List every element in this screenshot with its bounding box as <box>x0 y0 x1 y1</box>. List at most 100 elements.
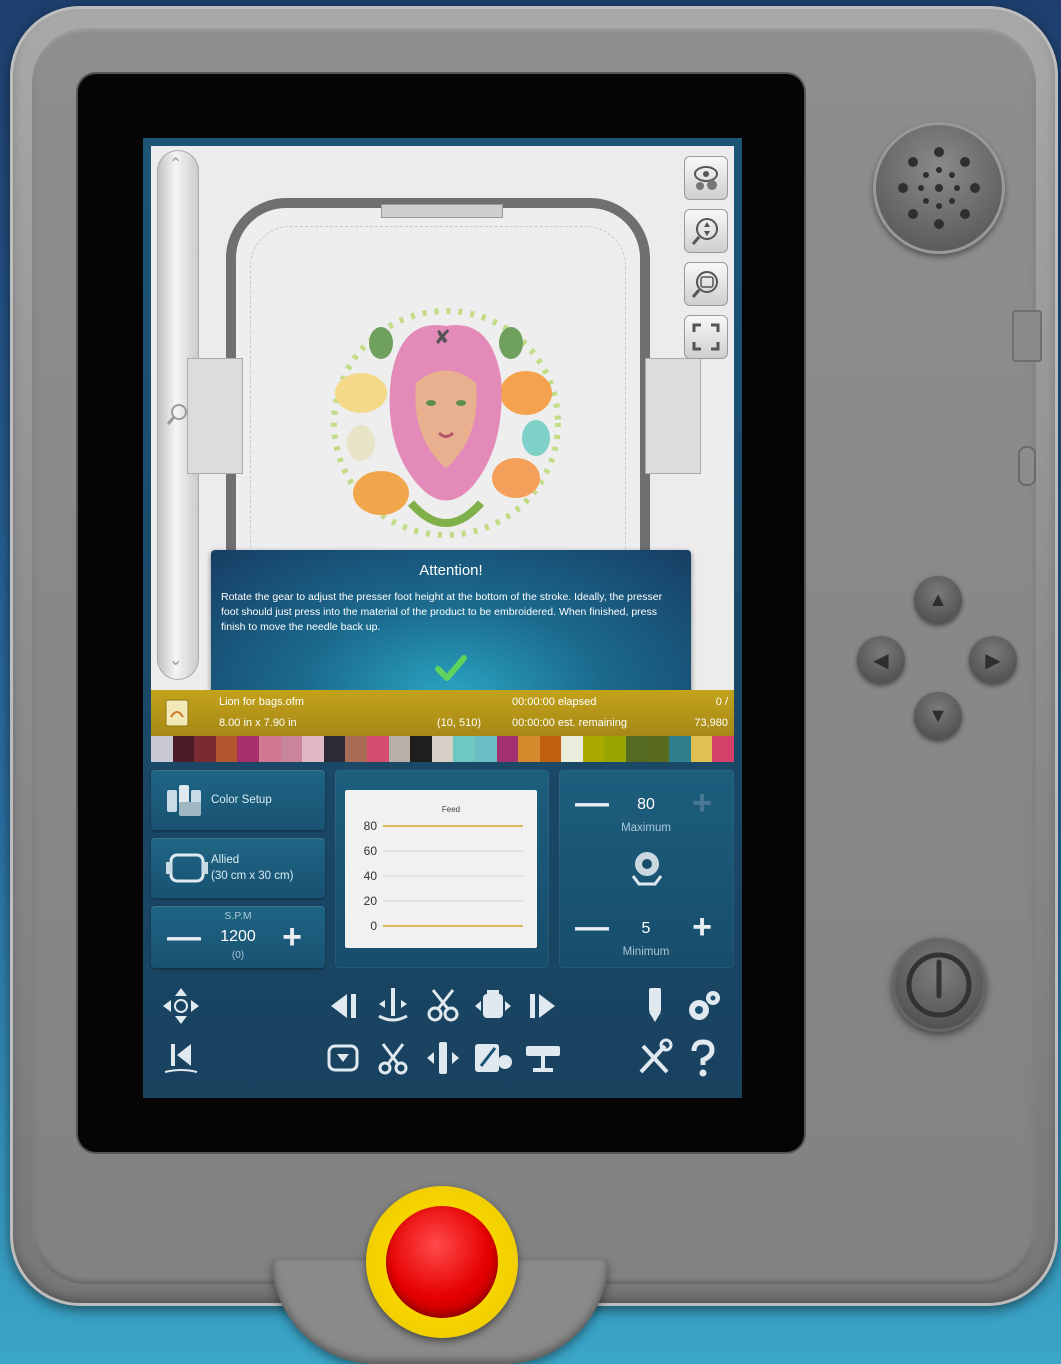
question-mark-icon <box>691 1039 715 1077</box>
thread-color-swatch[interactable] <box>388 736 411 762</box>
zoom-design-button[interactable] <box>684 209 728 253</box>
spm-control: — S.P.M 1200 (0) + <box>151 906 325 968</box>
step-forward-button[interactable] <box>523 986 563 1026</box>
spm-decrease-button[interactable]: — <box>167 920 201 954</box>
maintenance-button[interactable] <box>635 1038 675 1078</box>
hoop-icon <box>166 853 208 883</box>
dpad-up-button[interactable]: ▲ <box>914 576 962 624</box>
dpad-down-button[interactable]: ▼ <box>914 692 962 740</box>
thread-color-swatch[interactable] <box>518 736 540 762</box>
dpad-left-button[interactable]: ◀ <box>857 636 905 684</box>
thread-color-swatch[interactable] <box>582 736 605 762</box>
thread-color-swatch[interactable] <box>474 736 497 762</box>
usb-port <box>1012 310 1042 362</box>
chart-tick-label: 40 <box>364 869 378 883</box>
fullscreen-icon <box>692 323 720 351</box>
thread-color-swatch[interactable] <box>561 736 583 762</box>
thread-color-swatch[interactable] <box>302 736 324 762</box>
thread-color-swatch[interactable] <box>345 736 367 762</box>
view-settings-button[interactable] <box>684 156 728 200</box>
power-button[interactable] <box>892 938 986 1032</box>
time-remaining: 00:00:00 est. remaining <box>512 717 627 729</box>
speaker-holes-icon <box>898 147 980 229</box>
dialog-title: Attention! <box>419 562 483 579</box>
hoop-clip-left <box>187 358 243 474</box>
thread-color-swatch[interactable] <box>431 736 454 762</box>
thread-color-swatch[interactable] <box>151 736 173 762</box>
chart-title: Feed <box>442 805 460 814</box>
hoop-select-button[interactable]: Allied (30 cm x 30 cm) <box>151 838 325 898</box>
min-increase-button[interactable]: + <box>687 910 717 944</box>
spm-increase-button[interactable]: + <box>277 920 307 954</box>
emergency-stop-button[interactable] <box>386 1206 498 1318</box>
thread-color-swatch[interactable] <box>215 736 238 762</box>
thread-color-swatch[interactable] <box>323 736 346 762</box>
hoop-position: (10, 510) <box>437 717 482 729</box>
help-button[interactable] <box>683 1038 723 1078</box>
thread-color-swatch[interactable] <box>194 736 216 762</box>
thread-color-swatch[interactable] <box>237 736 259 762</box>
zoom-hoop-icon <box>691 271 718 298</box>
chart-tick-label: 60 <box>364 844 378 858</box>
time-elapsed: 00:00:00 elapsed <box>512 696 597 708</box>
thread-color-swatch[interactable] <box>280 736 303 762</box>
min-feed-label: Minimum <box>622 946 670 958</box>
hoop-view[interactable]: ⌃ ⌄ ✘ Attention! Rotate the gear to adju… <box>151 146 734 698</box>
design-file-name: Lion for bags.ofm <box>219 696 304 708</box>
zoom-arrows-icon <box>691 218 718 245</box>
thread-color-swatch[interactable] <box>712 736 735 762</box>
stitch-total: 73,980 <box>694 717 728 729</box>
return-to-start-button[interactable] <box>161 1038 201 1078</box>
thread-color-swatch[interactable] <box>410 736 432 762</box>
max-decrease-button[interactable]: — <box>575 786 609 820</box>
thread-color-swatch[interactable] <box>366 736 389 762</box>
step-back-button[interactable] <box>323 986 363 1026</box>
thread-color-swatch[interactable] <box>172 736 195 762</box>
finish-checkmark-button[interactable] <box>433 650 469 686</box>
max-increase-button[interactable]: + <box>687 786 717 820</box>
touch-screen: ⌃ ⌄ ✘ Attention! Rotate the gear to adju… <box>143 138 742 1098</box>
bobbin-icon <box>475 990 511 1018</box>
thread-color-swatch[interactable] <box>453 736 475 762</box>
thread-color-swatch[interactable] <box>258 736 281 762</box>
max-feed-label: Maximum <box>621 822 671 834</box>
color-change-button[interactable] <box>473 1038 513 1078</box>
hoop-clip-right <box>645 358 701 474</box>
min-decrease-button[interactable]: — <box>575 910 609 944</box>
thread-color-swatch[interactable] <box>669 736 691 762</box>
wrench-screwdriver-icon <box>639 1038 673 1074</box>
move-arrows-icon <box>163 988 199 1024</box>
emergency-stop-ring <box>366 1186 518 1338</box>
hoop-trace-button[interactable] <box>323 1038 363 1078</box>
color-setup-button[interactable]: Color Setup <box>151 770 325 830</box>
dpad-right-button[interactable]: ▶ <box>969 636 1017 684</box>
gear-icon <box>689 991 720 1020</box>
zoom-hoop-button[interactable] <box>684 262 728 306</box>
color-setup-label: Color Setup <box>211 794 272 806</box>
cut-thread-icon <box>378 1043 408 1075</box>
move-hoop-button[interactable] <box>161 986 201 1026</box>
thread-color-swatch[interactable] <box>496 736 519 762</box>
thread-color-swatch[interactable] <box>647 736 670 762</box>
thread-color-swatch[interactable] <box>626 736 648 762</box>
needle-center-icon <box>427 1042 459 1074</box>
frame-out-button[interactable] <box>523 1038 563 1078</box>
embroidery-design-preview: ✘ <box>331 308 561 538</box>
fullscreen-button[interactable] <box>684 315 728 359</box>
skip-to-start-icon <box>164 1044 198 1073</box>
needle-down-button[interactable] <box>373 986 413 1026</box>
thread-spools-icon <box>167 785 201 816</box>
chart-tick-label: 0 <box>370 919 377 933</box>
thread-color-swatch[interactable] <box>690 736 713 762</box>
trim-button[interactable] <box>423 986 463 1026</box>
bobbin-button[interactable] <box>473 986 513 1026</box>
eye-gear-icon <box>694 166 718 190</box>
manual-trim-button[interactable] <box>373 1038 413 1078</box>
thread-color-swatch[interactable] <box>539 736 562 762</box>
thread-color-swatch[interactable] <box>604 736 627 762</box>
needle-settings-button[interactable] <box>635 986 675 1026</box>
thread-color-bar[interactable] <box>151 736 735 762</box>
min-feed-value: 5 <box>641 920 651 937</box>
needle-position-button[interactable] <box>423 1038 463 1078</box>
settings-button[interactable] <box>683 986 723 1026</box>
